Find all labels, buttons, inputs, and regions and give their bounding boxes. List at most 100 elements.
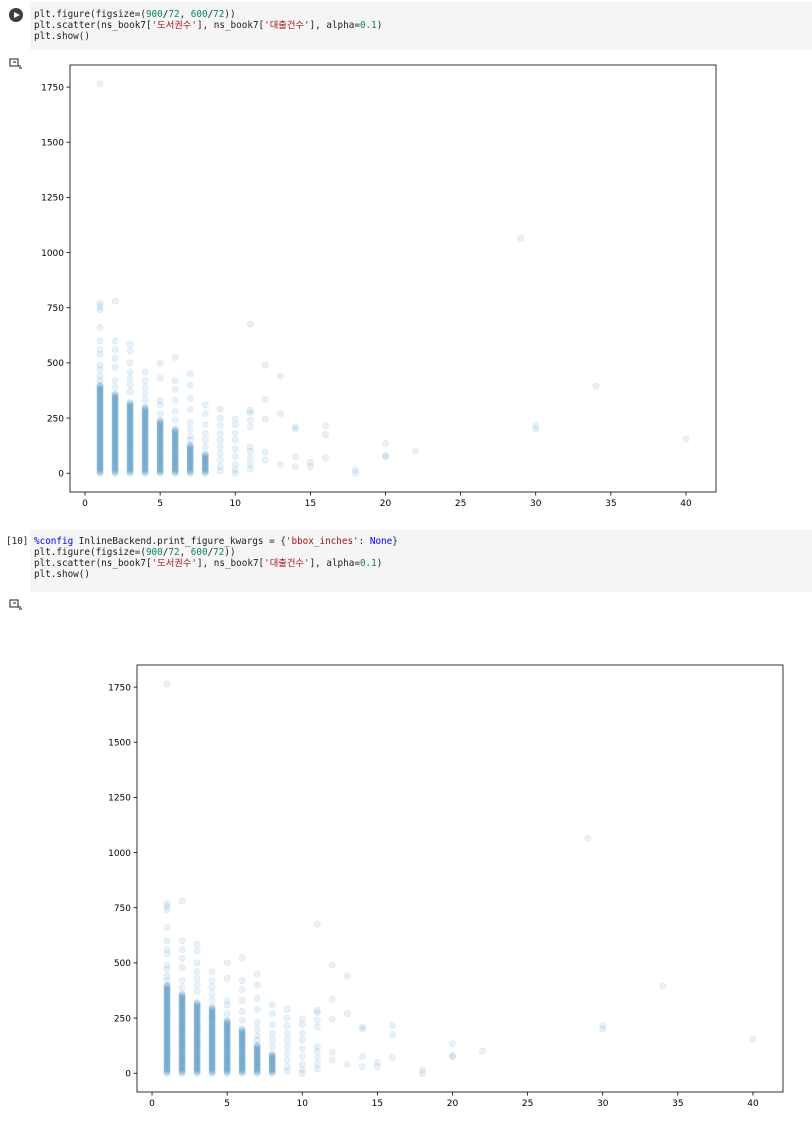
- scatter-point: [388, 1031, 396, 1039]
- scatter-point: [306, 463, 314, 471]
- y-tick-label: 1750: [108, 683, 131, 693]
- scatter-point: [298, 1069, 306, 1077]
- code-text-1[interactable]: plt.figure(figsize=(900/72, 600/72)) plt.…: [34, 9, 382, 42]
- scatter-point: [193, 974, 201, 982]
- scatter-point: [141, 403, 149, 411]
- y-tick-label: 1000: [41, 249, 64, 259]
- scatter-point: [599, 1025, 607, 1033]
- scatter-point: [126, 381, 134, 389]
- scatter-point: [156, 416, 164, 424]
- scatter-point: [231, 430, 239, 438]
- scatter-point: [231, 453, 239, 461]
- scatter-point: [193, 940, 201, 948]
- scatter-point: [388, 1054, 396, 1062]
- code-token: 900: [145, 547, 163, 558]
- scatter-point: [358, 1053, 366, 1061]
- code-token: )): [224, 9, 236, 20]
- scatter-point: [246, 465, 254, 473]
- scatter-point: [231, 445, 239, 453]
- y-tick-label: 1250: [108, 794, 131, 804]
- output-toggle-icon[interactable]: [9, 599, 23, 611]
- code-token: )): [224, 547, 236, 558]
- code-token: ], alpha=: [309, 20, 360, 31]
- scatter-point: [111, 363, 119, 371]
- scatter-point: [156, 374, 164, 382]
- code-token: 72: [213, 547, 225, 558]
- code-token: 72: [168, 547, 180, 558]
- code-token: ,: [179, 547, 191, 558]
- code-token: '도서권수': [151, 20, 197, 31]
- scatter-point: [126, 399, 134, 407]
- scatter-point: [268, 1043, 276, 1051]
- scatter-point: [216, 405, 224, 413]
- scatter-point: [96, 337, 104, 345]
- scatter-point: [313, 1023, 321, 1031]
- execution-count: [10]: [6, 536, 29, 547]
- scatter-point: [373, 1063, 381, 1071]
- x-tick-label: 10: [297, 1099, 309, 1109]
- code-token: InlineBackend.print_figure_kwargs = {: [73, 536, 286, 547]
- scatter-point: [321, 431, 329, 439]
- code-token: ): [376, 558, 383, 569]
- scatter-point: [186, 370, 194, 378]
- scatter-point: [276, 460, 284, 468]
- scatter-point: [186, 394, 194, 402]
- scatter-chart-2: 0 5 10 15 20 25 30 35 40 0 250 500 750 1000 1250 1500 17…: [108, 664, 784, 1109]
- scatter-point: [412, 447, 420, 455]
- scatter-point: [186, 425, 194, 433]
- code-line: plt.scatter(ns_book7['도서권수'], ns_book7['…: [34, 558, 398, 569]
- scatter-point: [178, 897, 186, 905]
- code-token: 72: [168, 9, 180, 20]
- scatter-point: [201, 443, 209, 451]
- scatter-point: [418, 1069, 426, 1077]
- scatter-point: [328, 1015, 336, 1023]
- code-token: plt.figure(figsize=(: [34, 547, 146, 558]
- scatter-point: [193, 999, 201, 1007]
- scatter-point: [246, 416, 254, 424]
- code-token: 72: [213, 9, 225, 20]
- scatter-point: [351, 469, 359, 477]
- scatter-point: [313, 1054, 321, 1062]
- x-tick-label: 20: [380, 499, 392, 509]
- scatter-point: [178, 990, 186, 998]
- scatter-point: [171, 377, 179, 385]
- scatter-point: [141, 396, 149, 404]
- scatter-point: [171, 353, 179, 361]
- scatter-point: [532, 425, 540, 433]
- scatter-point: [156, 359, 164, 367]
- code-line: plt.figure(figsize=(900/72, 600/72)): [34, 547, 398, 558]
- scatter-point: [186, 441, 194, 449]
- code-token: plt.figure(figsize=(: [34, 9, 146, 20]
- code-token: ,: [179, 9, 191, 20]
- scatter-point: [216, 449, 224, 457]
- scatter-point: [208, 996, 216, 1004]
- code-cell-2[interactable]: [10] %config InlineBackend.print_figure_…: [0, 528, 812, 594]
- scatter-point: [126, 359, 134, 367]
- play-circle-icon[interactable]: [9, 8, 23, 22]
- scatter-point: [111, 337, 119, 345]
- scatter-point: [178, 983, 186, 991]
- scatter-point: [268, 1030, 276, 1038]
- scatter-point: [592, 382, 600, 390]
- scatter-point: [388, 1022, 396, 1030]
- code-token: None: [369, 536, 393, 547]
- scatter-point: [283, 1056, 291, 1064]
- scatter-point: [358, 1025, 366, 1033]
- scatter-point: [231, 421, 239, 429]
- code-token: plt.scatter(ns_book7[: [34, 558, 152, 569]
- scatter-point: [141, 383, 149, 391]
- code-cell-1[interactable]: plt.figure(figsize=(900/72, 600/72)) plt.…: [0, 0, 812, 52]
- scatter-point: [216, 414, 224, 422]
- code-token: ], alpha=: [309, 558, 360, 569]
- x-tick-label: 15: [305, 499, 316, 509]
- scatter-point: [238, 977, 246, 985]
- scatter-point: [246, 320, 254, 328]
- scatter-point: [253, 1025, 261, 1033]
- scatter-point: [193, 947, 201, 955]
- code-token: ], ns_book7[: [196, 558, 265, 569]
- scatter-point: [141, 377, 149, 385]
- code-text-2[interactable]: %config InlineBackend.print_figure_kwarg…: [34, 536, 398, 580]
- code-line: plt.show(): [34, 31, 382, 42]
- scatter-point: [253, 981, 261, 989]
- scatter-point: [253, 970, 261, 978]
